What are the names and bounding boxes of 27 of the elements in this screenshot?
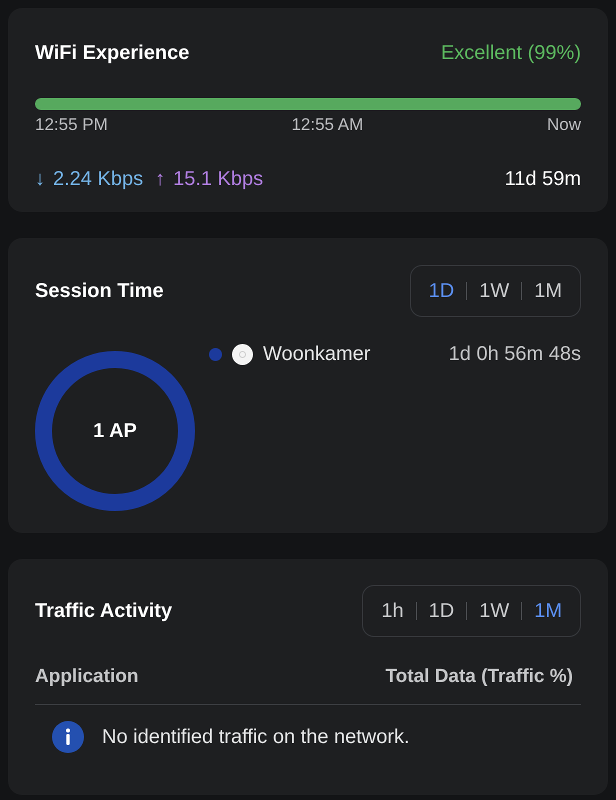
range-tab[interactable]: 1M <box>530 596 566 626</box>
card-title: Session Time <box>35 279 164 304</box>
column-header: Total Data (Traffic %) <box>385 665 574 689</box>
info-icon <box>52 720 84 752</box>
legend-name: Woonkamer <box>263 342 370 367</box>
column-header: Application <box>35 665 140 689</box>
access-point-icon <box>232 344 253 364</box>
donut-label: 1 AP <box>93 419 137 444</box>
download-rate: 2.24 Kbps <box>53 166 144 192</box>
range-tab[interactable]: 1D <box>424 276 458 306</box>
timeline-label: 12:55 PM <box>35 114 108 136</box>
range-tab[interactable]: 1W <box>475 596 514 626</box>
timeline-label: 12:55 AM <box>291 114 364 136</box>
card-title: WiFi Experience <box>35 41 190 66</box>
experience-rating: Excellent (99%) <box>440 41 581 66</box>
timeline-label: Now <box>546 114 581 136</box>
range-tab[interactable]: 1D <box>424 596 458 626</box>
range-tab[interactable]: 1M <box>530 276 566 306</box>
download-arrow-icon: ↓ <box>35 164 45 194</box>
upload-rate: 15.1 Kbps <box>173 166 264 192</box>
upload-arrow-icon: ↑ <box>155 164 166 194</box>
empty-message: No identified traffic on the network. <box>102 724 410 750</box>
range-tab[interactable]: 1h <box>377 596 408 626</box>
uptime: 11d 59m <box>504 166 581 192</box>
session-duration: 1d 0h 56m 48s <box>448 342 581 367</box>
card-title: Traffic Activity <box>35 599 172 624</box>
range-tab[interactable]: 1W <box>475 276 514 306</box>
